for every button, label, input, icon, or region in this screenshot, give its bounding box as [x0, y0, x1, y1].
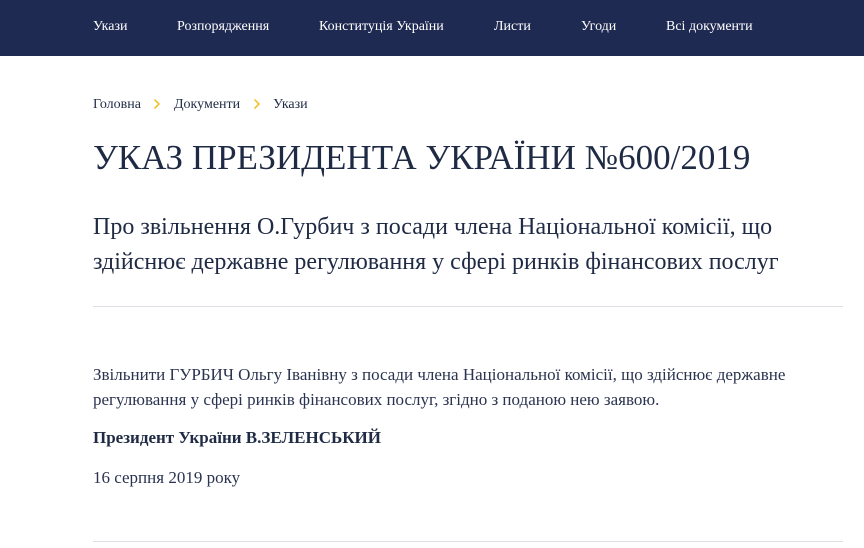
chevron-right-icon — [252, 99, 262, 109]
divider — [93, 306, 843, 307]
document-body: Звільнити ГУРБИЧ Ольгу Іванівну з посади… — [93, 365, 786, 409]
nav-item-letters[interactable]: Листи — [494, 18, 531, 36]
document-date: 16 серпня 2019 року — [93, 468, 241, 487]
nav-item-orders[interactable]: Розпорядження — [177, 18, 269, 36]
document-signature: Президент України В.ЗЕЛЕНСЬКИЙ — [93, 428, 381, 447]
breadcrumb-decrees-link[interactable]: Укази — [273, 96, 308, 114]
top-navigation: Укази Розпорядження Конституція України … — [0, 0, 864, 56]
nav-item-decrees[interactable]: Укази — [93, 18, 128, 36]
breadcrumb: Головна Документи Укази — [93, 96, 308, 114]
nav-item-all-documents[interactable]: Всі документи — [666, 18, 753, 36]
breadcrumb-documents-link[interactable]: Документи — [174, 96, 240, 114]
page-title: УКАЗ ПРЕЗИДЕНТА УКРАЇНИ №600/2019 — [93, 138, 751, 177]
nav-item-constitution[interactable]: Конституція України — [319, 18, 444, 36]
breadcrumb-home-link[interactable]: Головна — [93, 96, 141, 114]
divider — [93, 541, 843, 542]
chevron-right-icon — [152, 99, 162, 109]
document-subtitle: Про звільнення О.Гурбич з посади члена Н… — [93, 214, 779, 275]
nav-item-agreements[interactable]: Угоди — [581, 18, 616, 36]
